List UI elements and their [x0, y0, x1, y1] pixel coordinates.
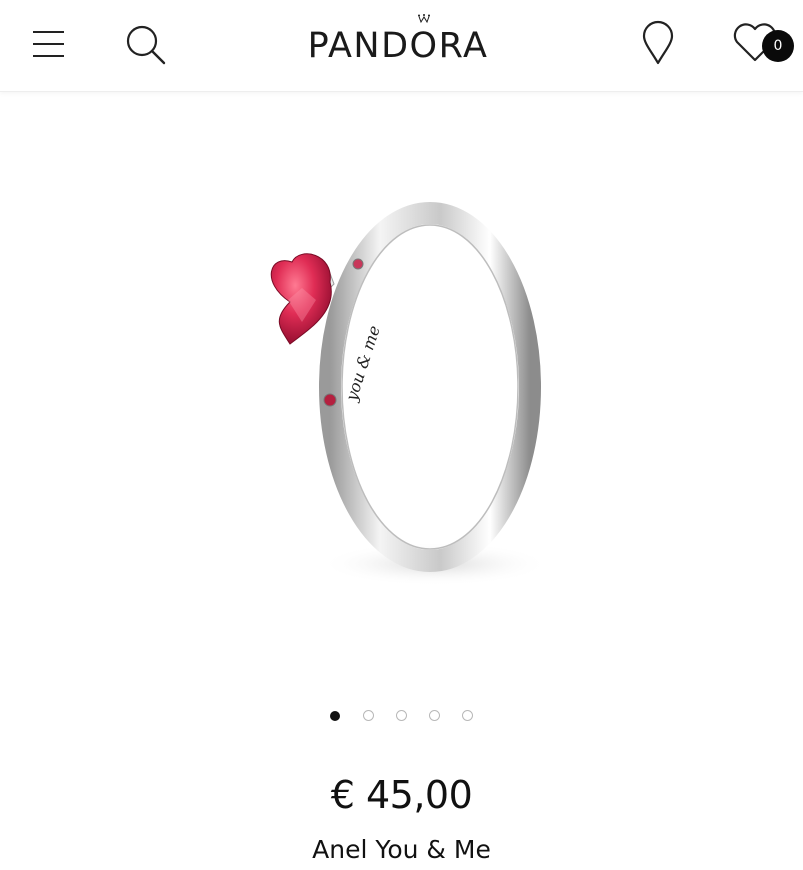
wishlist-button[interactable]: 0: [730, 20, 798, 66]
gallery-dot-1[interactable]: [330, 711, 340, 721]
search-button[interactable]: [124, 22, 168, 66]
site-header: PANDORA 0: [0, 0, 803, 92]
gallery-dot-5[interactable]: [462, 710, 473, 721]
store-locator-button[interactable]: [640, 20, 676, 66]
wishlist-count-badge: 0: [762, 30, 794, 62]
product-image[interactable]: you & me: [230, 202, 570, 602]
gallery-pagination: [0, 710, 803, 726]
brand-logo[interactable]: PANDORA: [292, 14, 504, 66]
product-price: € 45,00: [330, 773, 473, 817]
product-name: Anel You & Me: [312, 835, 491, 864]
location-pin-icon: [642, 20, 674, 65]
engraving-text: you & me: [341, 323, 383, 404]
gallery-dot-4[interactable]: [429, 710, 440, 721]
search-icon: [126, 25, 166, 65]
product-gallery[interactable]: you & me: [0, 92, 803, 692]
crown-icon: [418, 14, 430, 24]
gallery-dot-2[interactable]: [363, 710, 374, 721]
menu-button[interactable]: [30, 28, 68, 62]
brand-name: PANDORA: [307, 26, 489, 66]
gallery-dot-3[interactable]: [396, 710, 407, 721]
hamburger-menu-icon: [33, 31, 64, 57]
